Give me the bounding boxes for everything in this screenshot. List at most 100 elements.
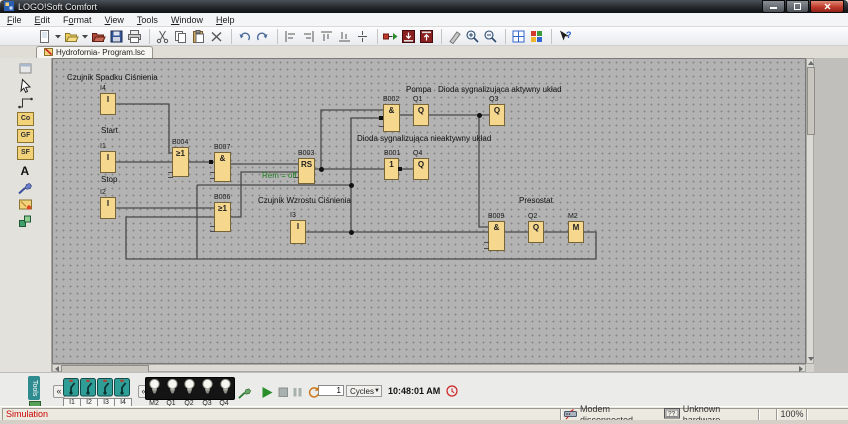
menu-window[interactable]: Window: [171, 15, 203, 25]
toolbar-redo-button[interactable]: [254, 28, 271, 45]
diagram-label[interactable]: Czujnik Spadku Ciśnienia: [67, 73, 158, 82]
toolbar-open-button[interactable]: [63, 28, 80, 45]
menu-help[interactable]: Help: [216, 15, 235, 25]
wire[interactable]: [125, 216, 597, 260]
input-stub: [168, 172, 173, 173]
tool-basic-functions-tool[interactable]: GF: [17, 128, 35, 144]
toolbar-help-button[interactable]: ?: [556, 28, 573, 45]
title-bar[interactable]: LOGO!Soft Comfort: [0, 0, 848, 13]
tool-special-functions-tool[interactable]: SF: [17, 145, 35, 161]
toolbar-cut-button[interactable]: [154, 28, 171, 45]
vertical-scrollbar[interactable]: [806, 58, 815, 364]
menu-format[interactable]: Format: [63, 15, 92, 25]
toolbar-align2-button[interactable]: [300, 28, 317, 45]
toolbar-save-button[interactable]: [108, 28, 125, 45]
block-I1[interactable]: I1 I: [100, 143, 116, 173]
scroll-up-arrow[interactable]: [808, 61, 814, 65]
toolbar-align1-button[interactable]: [282, 28, 299, 45]
tool-network-project-tool[interactable]: [17, 213, 35, 229]
toolbar-zoom-in-button[interactable]: [464, 28, 481, 45]
cycles-input[interactable]: [318, 385, 344, 396]
wire[interactable]: [116, 103, 172, 154]
wire[interactable]: [478, 115, 488, 228]
toolbar-split-button[interactable]: [354, 28, 371, 45]
toolbar-dd-caret[interactable]: [54, 28, 62, 45]
block-Q4[interactable]: Q4 Q: [413, 150, 429, 180]
toolbar-delete-button[interactable]: [208, 28, 225, 45]
block-Q3[interactable]: Q3 Q: [489, 96, 505, 126]
stop-button[interactable]: [276, 385, 290, 399]
toolbar-upload-button[interactable]: [418, 28, 435, 45]
diagram-label[interactable]: Dioda sygnalizująca nieaktywny układ: [357, 134, 491, 143]
toolbar-align3-button[interactable]: [318, 28, 335, 45]
block-B001[interactable]: B001 1: [384, 150, 400, 180]
diagram-label[interactable]: Stop: [101, 175, 117, 184]
toolbar-connect-button[interactable]: [382, 28, 399, 45]
toolbar-separator: [547, 28, 552, 44]
diagram-label[interactable]: Start: [101, 126, 118, 135]
input-stub: [484, 248, 489, 249]
tools-side-tab[interactable]: Tools: [28, 376, 40, 400]
diagram-label[interactable]: Dioda sygnalizująca aktywny układ: [438, 85, 562, 94]
refresh-button[interactable]: [306, 385, 320, 399]
tool-text-tool[interactable]: A: [17, 162, 35, 178]
toolbar-colors-button[interactable]: [528, 28, 545, 45]
pause-button[interactable]: [290, 385, 304, 399]
output-lamp-q1: [166, 378, 179, 399]
block-M2[interactable]: M2 M: [568, 213, 584, 243]
tool-panel-toggle[interactable]: [17, 60, 35, 76]
play-button[interactable]: [260, 385, 274, 399]
block-B009[interactable]: B009 &: [484, 213, 505, 251]
scroll-down-arrow[interactable]: [808, 357, 814, 361]
tab-hydrofornia-program[interactable]: Hydrofornia- Program.lsc: [36, 46, 153, 58]
block-I3[interactable]: I3 I: [290, 212, 306, 244]
tool-online-test-tool[interactable]: [17, 196, 35, 212]
diagram-label[interactable]: Pompa: [406, 85, 431, 94]
menu-view[interactable]: View: [105, 15, 124, 25]
horizontal-scrollbar[interactable]: [52, 364, 806, 373]
block-B007[interactable]: B007 &: [210, 144, 231, 182]
toolbar-open-red-button[interactable]: [90, 28, 107, 45]
toolbar-grid-button[interactable]: [510, 28, 527, 45]
toolbar-paste-button[interactable]: [190, 28, 207, 45]
tool-constants-tool[interactable]: Co: [17, 111, 35, 127]
block-B004[interactable]: B004 ≥1: [168, 139, 189, 178]
toolbar-print-button[interactable]: [126, 28, 143, 45]
vertical-scrollbar-thumb[interactable]: [807, 67, 815, 135]
tool-select-tool[interactable]: [17, 77, 35, 93]
block-I2[interactable]: I2 I: [100, 189, 116, 219]
diagram-label[interactable]: Rem = off: [262, 171, 297, 180]
block-B002[interactable]: B002 &: [379, 96, 400, 132]
toolbar-erase-button[interactable]: [446, 28, 463, 45]
toolbar-copy-button[interactable]: [172, 28, 189, 45]
block-B003[interactable]: B003 RS: [294, 150, 315, 184]
diagram-canvas[interactable]: I4 I I1 I I2 I B004 ≥1 B007 & B003 RS B006 ≥1 I3 I B002 &…: [52, 58, 806, 364]
diagram-label[interactable]: Czujnik Wzrostu Ciśnienia: [258, 196, 351, 205]
block-B006[interactable]: B006 ≥1: [210, 194, 231, 232]
menu-file[interactable]: File: [7, 15, 22, 25]
close-button[interactable]: [810, 0, 844, 13]
maximize-button[interactable]: [786, 0, 809, 13]
clock-icon[interactable]: [446, 384, 458, 402]
wires-layer: [116, 103, 597, 260]
diagram-label[interactable]: Presostat: [519, 196, 553, 205]
minimize-button[interactable]: [762, 0, 785, 13]
toolbar-zoom-out-button[interactable]: [482, 28, 499, 45]
cycles-dropdown[interactable]: Cycles ▼: [346, 385, 382, 397]
menu-edit[interactable]: Edit: [35, 15, 51, 25]
block-symbol: I: [296, 222, 300, 231]
toolbar-undo-button[interactable]: [236, 28, 253, 45]
toolbar-new-button[interactable]: [36, 28, 53, 45]
block-Q2[interactable]: Q2 Q: [528, 213, 544, 243]
input-stub: [210, 231, 215, 232]
sim-tool-button[interactable]: [238, 385, 252, 399]
tool-connector-tool[interactable]: [17, 94, 35, 110]
toolbar-align4-button[interactable]: [336, 28, 353, 45]
block-Q1[interactable]: Q1 Q: [413, 96, 429, 126]
block-id-label: B009: [488, 213, 505, 220]
toolbar-download-button[interactable]: [400, 28, 417, 45]
tool-simulation-tool[interactable]: [17, 179, 35, 195]
menu-tools[interactable]: Tools: [137, 15, 158, 25]
block-I4[interactable]: I4 I: [100, 85, 116, 115]
toolbar-dd-caret[interactable]: [81, 28, 89, 45]
